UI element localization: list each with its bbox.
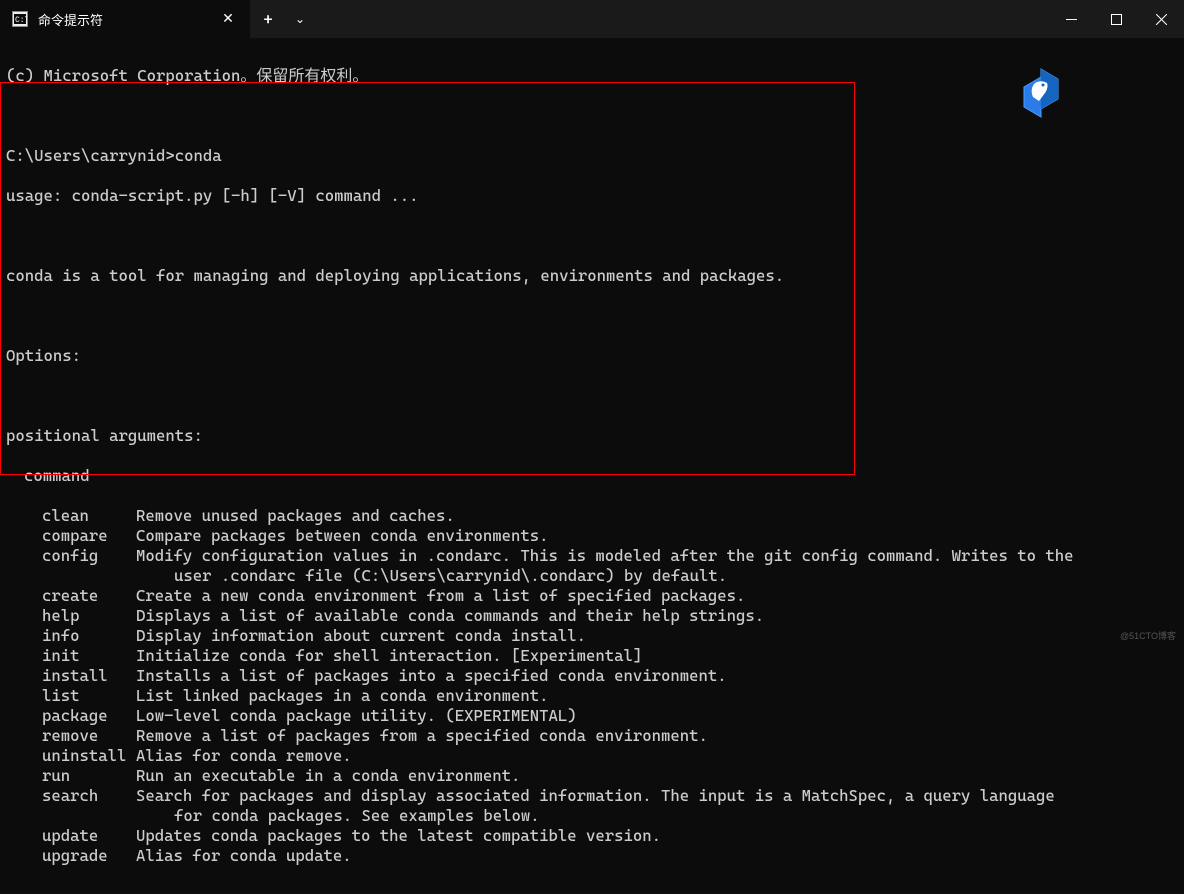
command-row: installInstalls a list of packages into …	[6, 666, 1178, 686]
command-description: Displays a list of available conda comma…	[136, 606, 764, 626]
command-row: compareCompare packages between conda en…	[6, 526, 1178, 546]
copyright-line: (c) Microsoft Corporation。保留所有权利。	[6, 66, 1178, 86]
command-row: removeRemove a list of packages from a s…	[6, 726, 1178, 746]
command-row: configModify configuration values in .co…	[6, 546, 1178, 566]
watermark: @51CTO博客	[1120, 629, 1176, 642]
command-name: config	[6, 546, 136, 566]
command-description: Run an executable in a conda environment…	[136, 766, 520, 786]
command-description: Remove a list of packages from a specifi…	[136, 726, 708, 746]
thunder-bird-icon	[1013, 65, 1069, 121]
command-description: Installs a list of packages into a speci…	[136, 666, 727, 686]
command-label: command	[6, 466, 1178, 486]
command-description: Alias for conda remove.	[136, 746, 352, 766]
minimize-button[interactable]	[1049, 0, 1094, 38]
command-description-continuation: user .condarc file (C:\Users\carrynid\.c…	[6, 566, 1178, 586]
maximize-button[interactable]	[1094, 0, 1139, 38]
command-row: infoDisplay information about current co…	[6, 626, 1178, 646]
tab-close-button[interactable]: ✕	[218, 9, 238, 29]
tab-dropdown-button[interactable]: ⌄	[286, 0, 314, 38]
terminal-output[interactable]: (c) Microsoft Corporation。保留所有权利。 C:\Use…	[0, 38, 1184, 894]
title-bar: C:\ 命令提示符 ✕ + ⌄	[0, 0, 1184, 38]
command-name: uninstall	[6, 746, 136, 766]
positional-header: positional arguments:	[6, 426, 1178, 446]
svg-text:C:\: C:\	[15, 16, 26, 24]
command-name: help	[6, 606, 136, 626]
command-description: Search for packages and display associat…	[136, 786, 1055, 806]
command-row: searchSearch for packages and display as…	[6, 786, 1178, 806]
command-description: Updates conda packages to the latest com…	[136, 826, 661, 846]
command-row: runRun an executable in a conda environm…	[6, 766, 1178, 786]
command-name: remove	[6, 726, 136, 746]
command-description: List linked packages in a conda environm…	[136, 686, 549, 706]
command-name: update	[6, 826, 136, 846]
command-description: Compare packages between conda environme…	[136, 526, 549, 546]
command-name: create	[6, 586, 136, 606]
command-row: listList linked packages in a conda envi…	[6, 686, 1178, 706]
command-description: Initialize conda for shell interaction. …	[136, 646, 642, 666]
options-header: Options:	[6, 346, 1178, 366]
tab-title: 命令提示符	[38, 10, 208, 29]
command-row: cleanRemove unused packages and caches.	[6, 506, 1178, 526]
command-description: Remove unused packages and caches.	[136, 506, 455, 526]
command-name: init	[6, 646, 136, 666]
command-row: helpDisplays a list of available conda c…	[6, 606, 1178, 626]
command-name: upgrade	[6, 846, 136, 866]
command-name: list	[6, 686, 136, 706]
command-name: search	[6, 786, 136, 806]
command-name: compare	[6, 526, 136, 546]
command-row: packageLow-level conda package utility. …	[6, 706, 1178, 726]
command-name: run	[6, 766, 136, 786]
command-description: Alias for conda update.	[136, 846, 352, 866]
command-row: upgradeAlias for conda update.	[6, 846, 1178, 866]
cmd-prompt-icon: C:\	[12, 11, 28, 27]
command-row: createCreate a new conda environment fro…	[6, 586, 1178, 606]
command-name: clean	[6, 506, 136, 526]
command-row: initInitialize conda for shell interacti…	[6, 646, 1178, 666]
description-line: conda is a tool for managing and deployi…	[6, 266, 1178, 286]
new-tab-button[interactable]: +	[250, 0, 286, 38]
command-name: package	[6, 706, 136, 726]
command-description: Low-level conda package utility. (EXPERI…	[136, 706, 577, 726]
prompt-line: C:\Users\carrynid>conda	[6, 146, 1178, 166]
command-description: Modify configuration values in .condarc.…	[136, 546, 1074, 566]
terminal-tab[interactable]: C:\ 命令提示符 ✕	[0, 0, 250, 38]
command-description: Display information about current conda …	[136, 626, 586, 646]
command-row: updateUpdates conda packages to the late…	[6, 826, 1178, 846]
command-description: Create a new conda environment from a li…	[136, 586, 745, 606]
close-window-button[interactable]	[1139, 0, 1184, 38]
command-row: uninstallAlias for conda remove.	[6, 746, 1178, 766]
command-name: install	[6, 666, 136, 686]
window-controls	[1049, 0, 1184, 38]
command-description-continuation: for conda packages. See examples below.	[6, 806, 1178, 826]
usage-line: usage: conda-script.py [-h] [-V] command…	[6, 186, 1178, 206]
command-name: info	[6, 626, 136, 646]
